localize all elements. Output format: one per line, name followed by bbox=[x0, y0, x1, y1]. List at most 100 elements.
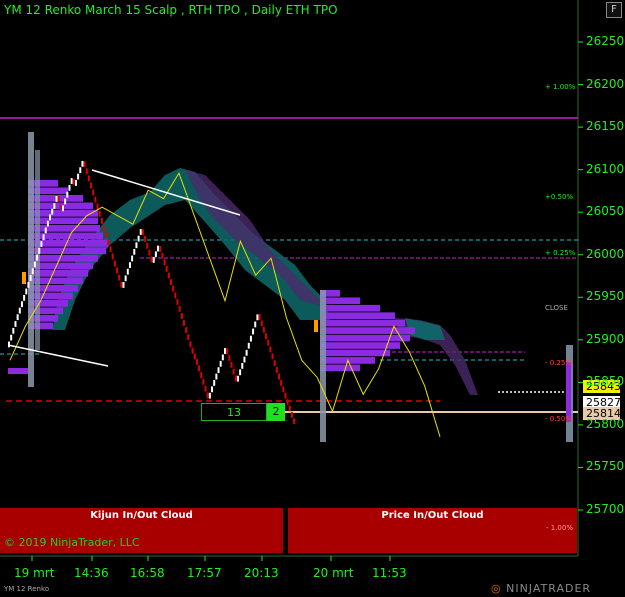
renko-down-brick bbox=[269, 346, 272, 353]
renko-up-brick bbox=[20, 301, 23, 308]
renko-up-brick bbox=[81, 160, 84, 167]
renko-up-brick bbox=[23, 294, 26, 301]
renko-down-brick bbox=[83, 161, 86, 168]
y-tick-label: 26000 bbox=[586, 246, 625, 261]
renko-up-brick bbox=[133, 248, 136, 255]
y-tick-label: 25900 bbox=[586, 331, 625, 346]
renko-down-brick bbox=[204, 385, 207, 392]
renko-up-brick bbox=[157, 245, 160, 252]
renko-up-brick bbox=[51, 208, 54, 215]
renko-down-brick bbox=[178, 305, 181, 312]
renko-up-brick bbox=[49, 214, 52, 221]
renko-down-brick bbox=[226, 348, 229, 355]
renko-down-brick bbox=[98, 210, 101, 217]
tpo-profile-right bbox=[320, 349, 390, 357]
renko-up-brick bbox=[55, 196, 58, 202]
chart-title: YM 12 Renko March 15 Scalp , RTH TPO , D… bbox=[4, 3, 338, 17]
tpo-column-right bbox=[320, 290, 326, 442]
tpo-profile-right bbox=[320, 327, 415, 334]
renko-up-brick bbox=[38, 247, 41, 254]
renko-up-brick bbox=[135, 242, 138, 249]
renko-up-brick bbox=[27, 281, 30, 288]
renko-down-brick bbox=[284, 392, 287, 399]
renko-down-brick bbox=[273, 360, 276, 367]
renko-up-brick bbox=[79, 167, 82, 174]
renko-up-brick bbox=[152, 257, 155, 263]
x-tick-label: 17:57 bbox=[187, 566, 222, 580]
renko-down-brick bbox=[282, 386, 285, 393]
renko-up-brick bbox=[154, 251, 157, 258]
x-tick-label: 20 mrt bbox=[313, 566, 354, 580]
renko-down-brick bbox=[265, 333, 268, 340]
pct-minus-025-label: - 0.25% bbox=[545, 359, 572, 367]
renko-down-brick bbox=[120, 281, 123, 288]
y-tick-label: 25800 bbox=[586, 416, 625, 431]
renko-down-brick bbox=[286, 399, 289, 405]
renko-down-brick bbox=[293, 418, 296, 425]
renko-down-brick bbox=[90, 182, 93, 189]
renko-down-brick bbox=[172, 285, 175, 292]
renko-down-brick bbox=[275, 367, 278, 373]
renko-down-brick bbox=[174, 292, 177, 299]
x-tick-label: 11:53 bbox=[372, 566, 407, 580]
renko-up-brick bbox=[239, 369, 242, 376]
renko-down-brick bbox=[141, 229, 144, 236]
renko-down-brick bbox=[182, 320, 185, 326]
renko-down-brick bbox=[230, 361, 233, 368]
renko-up-brick bbox=[215, 373, 218, 380]
renko-up-brick bbox=[18, 307, 21, 314]
renko-down-brick bbox=[280, 380, 283, 386]
renko-up-brick bbox=[241, 363, 244, 369]
renko-down-brick bbox=[94, 196, 97, 203]
renko-down-brick bbox=[278, 373, 280, 380]
renko-up-brick bbox=[256, 314, 259, 321]
renko-down-brick bbox=[72, 179, 75, 185]
renko-down-brick bbox=[109, 246, 112, 253]
renko-up-brick bbox=[124, 275, 127, 282]
renko-up-brick bbox=[139, 229, 142, 235]
instrument-label: YM 12 Renko bbox=[4, 585, 50, 593]
renko-up-brick bbox=[42, 234, 45, 241]
renko-down-brick bbox=[189, 341, 192, 348]
renko-down-brick bbox=[148, 249, 151, 256]
renko-down-brick bbox=[193, 353, 196, 360]
chart-options-button[interactable]: F bbox=[606, 2, 622, 18]
tpo-profile-right bbox=[320, 304, 380, 312]
y-tick-label: 25700 bbox=[586, 502, 625, 516]
tpo-profile-far-right bbox=[566, 362, 571, 422]
renko-down-brick bbox=[187, 334, 190, 341]
price-cloud-label: Price In/Out Cloud bbox=[381, 510, 484, 521]
y-tick-label: 26200 bbox=[586, 76, 625, 91]
renko-down-brick bbox=[59, 204, 62, 211]
renko-down-brick bbox=[202, 378, 205, 385]
y-tick-label: 25950 bbox=[586, 289, 625, 304]
tpo-profile-right bbox=[320, 334, 410, 342]
renko-up-brick bbox=[14, 321, 17, 327]
y-tick-label: 26150 bbox=[586, 119, 625, 134]
renko-down-brick bbox=[170, 279, 172, 286]
renko-down-brick bbox=[146, 242, 149, 249]
renko-down-brick bbox=[107, 239, 110, 246]
renko-down-brick bbox=[271, 353, 274, 360]
pct-plus-1-label: + 1.00% bbox=[545, 83, 576, 91]
renko-down-brick bbox=[267, 339, 270, 346]
renko-down-brick bbox=[258, 314, 261, 320]
renko-up-brick bbox=[128, 262, 131, 268]
close-label: CLOSE bbox=[545, 304, 568, 312]
renko-up-brick bbox=[16, 314, 19, 321]
tpo-profile-right bbox=[320, 319, 405, 327]
y-tick-label: 26100 bbox=[586, 161, 625, 176]
pct-minus-1-label: - 1.00% bbox=[546, 524, 573, 532]
tpo-profile-stub bbox=[8, 368, 28, 374]
renko-up-brick bbox=[68, 184, 71, 191]
renko-up-brick bbox=[249, 335, 252, 342]
renko-up-brick bbox=[217, 367, 220, 374]
renko-down-brick bbox=[290, 411, 293, 418]
renko-down-brick bbox=[262, 326, 265, 333]
renko-down-brick bbox=[100, 218, 103, 224]
pct-minus-05-label: - 0.50% bbox=[545, 415, 572, 423]
renko-up-brick bbox=[137, 235, 140, 242]
tpo-profile-left bbox=[28, 292, 73, 300]
x-tick-label: 20:13 bbox=[244, 566, 279, 580]
x-tick-label: 14:36 bbox=[74, 566, 109, 580]
